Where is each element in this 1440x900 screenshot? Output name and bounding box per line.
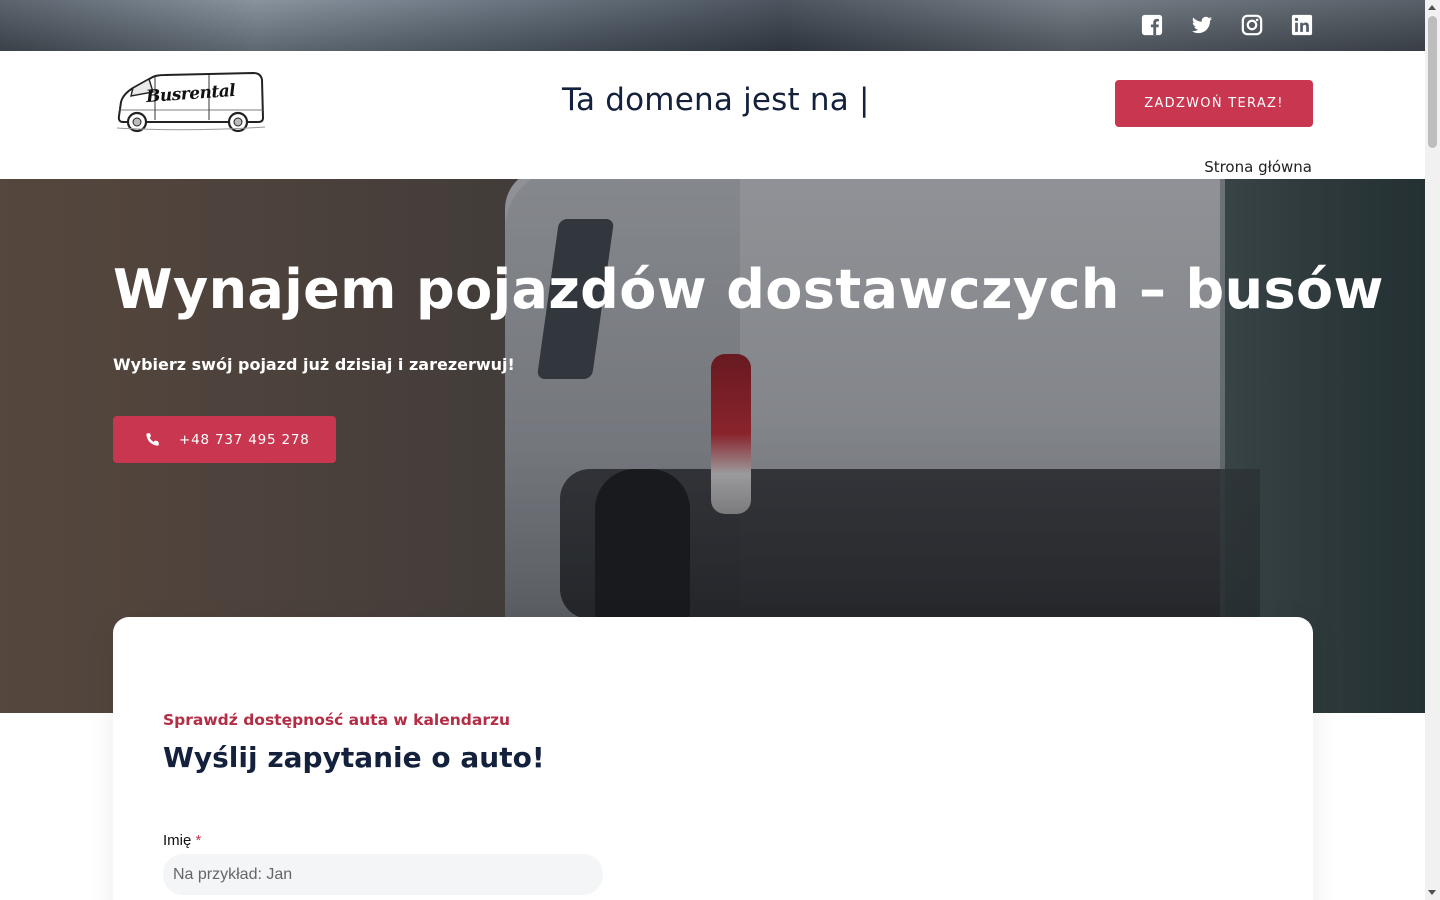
phone-call-button[interactable]: +48 737 495 278: [113, 416, 336, 463]
social-links: [1141, 14, 1341, 36]
scroll-down-arrow-icon[interactable]: [1428, 890, 1436, 895]
call-now-button[interactable]: ZADZWOŃ TERAZ!: [1115, 80, 1313, 127]
domain-notice: Ta domena jest na |: [562, 82, 870, 118]
phone-icon: [145, 432, 160, 447]
hero-title: Wynajem pojazdów dostawczych – busów: [113, 258, 1384, 321]
site-logo[interactable]: Busrental: [113, 70, 267, 136]
name-input[interactable]: [163, 854, 603, 895]
inquiry-form-card: Sprawdź dostępność auta w kalendarzu Wyś…: [113, 617, 1313, 900]
instagram-icon[interactable]: [1241, 14, 1263, 36]
name-label: Imię *: [163, 832, 201, 849]
facebook-icon[interactable]: [1141, 14, 1163, 36]
required-mark: *: [195, 832, 202, 849]
linkedin-icon[interactable]: [1291, 14, 1313, 36]
twitter-icon[interactable]: [1191, 14, 1213, 36]
page-scrollbar[interactable]: [1425, 0, 1440, 900]
form-eyebrow: Sprawdź dostępność auta w kalendarzu: [163, 711, 511, 729]
scroll-up-arrow-icon[interactable]: [1428, 5, 1436, 10]
site-header: Busrental Ta domena jest na | ZADZWOŃ TE…: [0, 51, 1425, 179]
nav-item-home[interactable]: Strona główna: [1204, 158, 1312, 176]
scrollbar-thumb[interactable]: [1428, 16, 1437, 148]
phone-number: +48 737 495 278: [179, 431, 310, 448]
name-label-text: Imię: [163, 832, 192, 849]
hero-subtitle: Wybierz swój pojazd już dzisiaj i zareze…: [113, 355, 515, 374]
social-bar: [0, 0, 1425, 51]
form-title: Wyślij zapytanie o auto!: [163, 741, 545, 774]
